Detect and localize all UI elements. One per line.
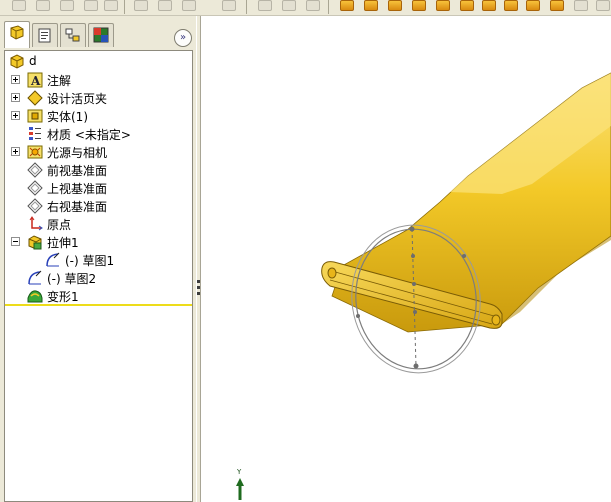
expand-toggle[interactable] bbox=[11, 75, 20, 84]
panel-splitter[interactable] bbox=[196, 16, 201, 502]
section-view-icon[interactable] bbox=[596, 0, 610, 11]
tree-item-right-plane[interactable]: 右视基准面 bbox=[5, 197, 192, 215]
tree-item-material[interactable]: 材质 <未指定> bbox=[5, 125, 192, 143]
zoom-icon[interactable] bbox=[60, 0, 74, 11]
sketch-icon bbox=[46, 252, 60, 267]
arc-tool-icon[interactable] bbox=[182, 0, 196, 11]
tree-item-label: 上视基准面 bbox=[47, 182, 108, 196]
view-front-icon[interactable] bbox=[340, 0, 354, 11]
tree-item-annotations[interactable]: A 注解 bbox=[5, 71, 192, 89]
tree-item-front-plane[interactable]: 前视基准面 bbox=[5, 161, 192, 179]
table-icon[interactable] bbox=[282, 0, 296, 11]
display-manager-icon bbox=[93, 27, 109, 43]
point-tool-icon[interactable] bbox=[222, 0, 236, 11]
hidden-line-icon[interactable] bbox=[12, 0, 26, 11]
tree-item-label: 光源与相机 bbox=[47, 146, 108, 160]
grid-icon[interactable] bbox=[258, 0, 272, 11]
collapse-toggle[interactable] bbox=[11, 237, 20, 246]
tree-item-label: 实体(1) bbox=[47, 110, 88, 124]
material-icon bbox=[29, 127, 41, 140]
feature-manager-icon bbox=[10, 25, 24, 40]
tree-root-label: d bbox=[29, 54, 37, 68]
pan-icon[interactable] bbox=[84, 0, 98, 11]
expand-toggle[interactable] bbox=[11, 147, 20, 156]
edges-icon[interactable] bbox=[550, 0, 564, 11]
splitter-grip bbox=[197, 286, 200, 289]
tab-property-manager[interactable] bbox=[32, 23, 58, 47]
tree-item-extrude[interactable]: 拉伸1 bbox=[5, 233, 192, 251]
tree-root[interactable]: d bbox=[5, 53, 192, 71]
splitter-grip bbox=[197, 292, 200, 295]
top-toolbar bbox=[0, 0, 611, 16]
collapse-panel-button[interactable]: » bbox=[174, 29, 192, 47]
tree-item-label: 前视基准面 bbox=[47, 164, 108, 178]
expand-toggle[interactable] bbox=[11, 93, 20, 102]
tree-item-deform[interactable]: 变形1 bbox=[5, 287, 192, 305]
solid-bodies-icon bbox=[27, 109, 43, 123]
plane-icon bbox=[27, 180, 43, 196]
deform-icon bbox=[27, 290, 43, 303]
axis-y-label: Y bbox=[237, 468, 242, 476]
toolbar-separator bbox=[328, 0, 329, 14]
sketch-tool-icon[interactable] bbox=[134, 0, 148, 11]
tree-item-lights-cameras[interactable]: 光源与相机 bbox=[5, 143, 192, 161]
feature-tree: d A 注解 设计活页夹 实体(1) 材质 <未指定> 光源与相机 前视基准面 … bbox=[4, 50, 193, 502]
tab-configuration-manager[interactable] bbox=[60, 23, 86, 47]
rotate-icon[interactable] bbox=[36, 0, 50, 11]
property-manager-icon bbox=[38, 28, 51, 43]
tree-item-label: 注解 bbox=[47, 74, 72, 88]
tree-item-label: 右视基准面 bbox=[47, 200, 108, 214]
origin-icon bbox=[29, 216, 43, 231]
graphics-viewport[interactable]: Y bbox=[202, 16, 611, 502]
tree-item-label: 设计活页夹 bbox=[47, 92, 108, 106]
tree-item-sketch1[interactable]: (-) 草图1 bbox=[5, 251, 192, 269]
extrude-icon bbox=[28, 235, 42, 250]
tab-feature-manager[interactable] bbox=[4, 21, 30, 48]
tree-item-label: 材质 <未指定> bbox=[47, 128, 131, 142]
toolbar-separator bbox=[246, 0, 247, 14]
plane-icon bbox=[27, 198, 43, 214]
svg-text:A: A bbox=[30, 74, 41, 88]
wireframe-icon[interactable] bbox=[574, 0, 588, 11]
deformed-part-model[interactable] bbox=[202, 16, 611, 502]
tree-item-sketch2[interactable]: (-) 草图2 bbox=[5, 269, 192, 287]
tree-item-label: 变形1 bbox=[47, 290, 79, 304]
design-binder-icon bbox=[27, 90, 43, 106]
view-iso-icon[interactable] bbox=[482, 0, 496, 11]
view-left-icon[interactable] bbox=[388, 0, 402, 11]
splitter-grip bbox=[197, 280, 200, 283]
hlr-icon[interactable] bbox=[526, 0, 540, 11]
tree-item-top-plane[interactable]: 上视基准面 bbox=[5, 179, 192, 197]
manager-tabs: » bbox=[0, 16, 196, 50]
select-icon[interactable] bbox=[104, 0, 118, 11]
mirror-icon[interactable] bbox=[306, 0, 320, 11]
view-top-icon[interactable] bbox=[436, 0, 450, 11]
part-icon bbox=[10, 54, 24, 69]
plane-icon bbox=[27, 162, 43, 178]
rollback-bar[interactable] bbox=[5, 304, 192, 306]
toolbar-separator bbox=[124, 0, 125, 14]
view-bottom-icon[interactable] bbox=[460, 0, 474, 11]
tree-item-origin[interactable]: 原点 bbox=[5, 215, 192, 233]
line-tool-icon[interactable] bbox=[158, 0, 172, 11]
tree-item-solid-bodies[interactable]: 实体(1) bbox=[5, 107, 192, 125]
tree-item-label: 拉伸1 bbox=[47, 236, 79, 250]
view-back-icon[interactable] bbox=[364, 0, 378, 11]
tree-item-design-binder[interactable]: 设计活页夹 bbox=[5, 89, 192, 107]
tree-item-label: 原点 bbox=[47, 218, 72, 232]
expand-toggle[interactable] bbox=[11, 111, 20, 120]
sketch-icon bbox=[28, 270, 42, 285]
tab-display-manager[interactable] bbox=[88, 23, 114, 47]
tree-item-label: (-) 草图2 bbox=[47, 272, 97, 286]
lights-cameras-icon bbox=[27, 145, 43, 159]
feature-manager-panel: » d A 注解 设计活页夹 实体(1) 材质 <未指定> 光源与相机 前视基准… bbox=[0, 16, 196, 502]
shaded-icon[interactable] bbox=[504, 0, 518, 11]
tree-item-label: (-) 草图1 bbox=[65, 254, 115, 268]
annotations-icon: A bbox=[27, 72, 43, 88]
configuration-manager-icon bbox=[65, 28, 80, 42]
view-right-icon[interactable] bbox=[412, 0, 426, 11]
